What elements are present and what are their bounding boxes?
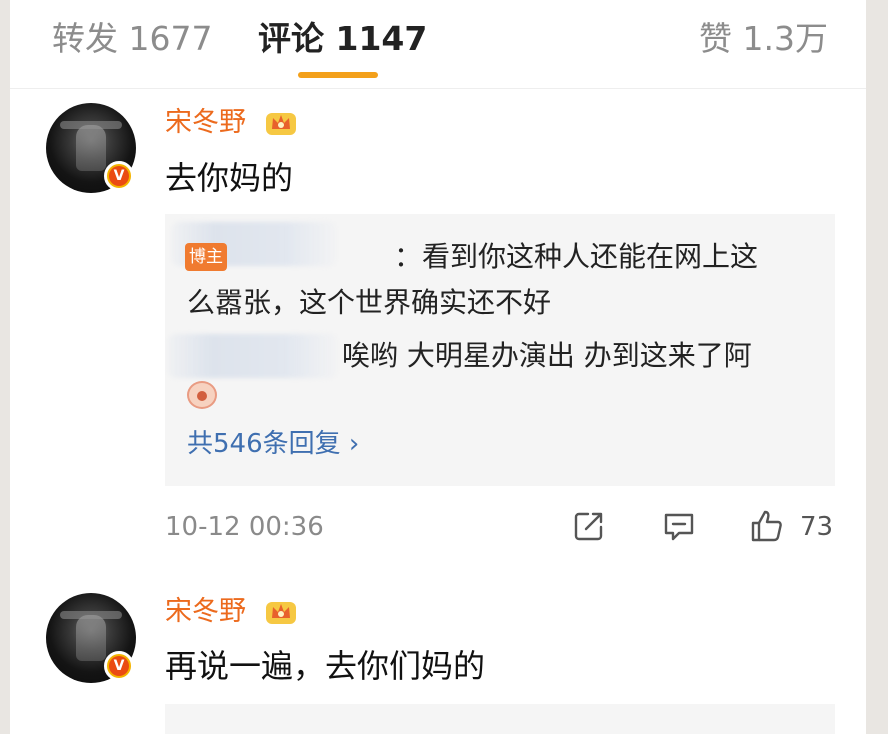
emoji-icon [187,381,217,409]
reply-text-continued: 么嚣张，这个世界确实还不好 [187,286,552,319]
share-icon[interactable] [572,509,606,543]
tab-repost[interactable]: 转发 1677 [52,14,212,64]
comment-icon[interactable] [662,509,696,543]
comment-username[interactable]: 宋冬野 [165,105,246,141]
view-more-replies-link[interactable]: 共546条回复 › [187,426,359,462]
crown-badge-icon [266,113,296,135]
author-badge: 博主 [185,243,227,271]
header-divider [10,88,866,89]
like-count: 73 [800,512,834,542]
right-edge [866,0,888,734]
comment-text: 再说一遍，去你们妈的 [165,647,486,685]
left-edge [0,0,10,734]
comment-timestamp: 10-12 00:36 [165,512,324,542]
reply-text: ：看到你这种人还能在网上这 [394,240,759,273]
blurred-username [168,334,338,378]
comment-username[interactable]: 宋冬野 [165,594,246,630]
avatar[interactable]: V [46,593,136,683]
crown-badge-icon [266,602,296,624]
reply-text: 唉哟 大明星办演出 办到这来了阿 [342,339,752,372]
comment-text: 去你妈的 [165,159,294,197]
tab-likes[interactable]: 赞 1.3万 [699,14,828,64]
verified-badge-icon: V [104,161,134,191]
active-tab-indicator [298,72,378,78]
thumbs-up-icon[interactable] [750,509,784,543]
avatar[interactable]: V [46,103,136,193]
tab-comments[interactable]: 评论 1147 [258,14,427,64]
replies-panel [165,704,835,734]
verified-badge-icon: V [104,651,134,681]
